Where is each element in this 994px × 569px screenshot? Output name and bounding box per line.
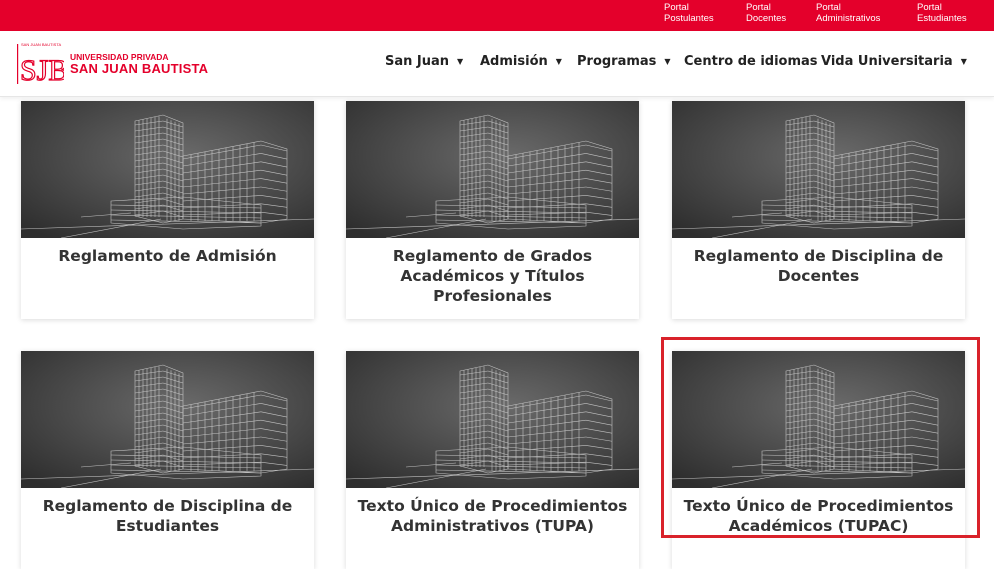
document-card[interactable]: Reglamento de Disciplina de Estudiantes bbox=[21, 351, 314, 569]
nav-label: Admisión bbox=[480, 54, 548, 69]
svg-text:SJB: SJB bbox=[20, 54, 64, 87]
document-card[interactable]: Reglamento de Disciplina de Docentes bbox=[672, 101, 965, 319]
caret-down-icon: ▼ bbox=[457, 57, 464, 66]
building-image bbox=[346, 351, 639, 488]
university-logo[interactable]: SAN JUAN BAUTISTA SJB UNIVERSIDAD PRIVAD… bbox=[16, 40, 209, 88]
portal-postulantes-link[interactable]: Portal Postulantes bbox=[664, 2, 714, 24]
document-card[interactable]: Reglamento de Grados Académicos y Título… bbox=[346, 101, 639, 319]
nav-label: Programas bbox=[577, 54, 657, 69]
svg-text:SAN JUAN BAUTISTA: SAN JUAN BAUTISTA bbox=[21, 42, 61, 47]
portal-label: Portal bbox=[816, 2, 841, 13]
building-image bbox=[672, 101, 965, 238]
card-title: Reglamento de Admisión bbox=[58, 247, 277, 265]
portal-label: Docentes bbox=[746, 13, 787, 24]
nav-programas[interactable]: Programas ▼ bbox=[577, 54, 671, 69]
portal-label: Portal bbox=[746, 2, 771, 13]
nav-admision[interactable]: Admisión ▼ bbox=[480, 54, 562, 69]
building-image bbox=[21, 351, 314, 488]
nav-label: Vida Universitaria bbox=[821, 54, 953, 69]
portal-estudiantes-link[interactable]: Portal Estudiantes bbox=[917, 2, 967, 24]
logo-line-2: SAN JUAN BAUTISTA bbox=[70, 61, 209, 76]
card-title: Reglamento de Grados Académicos y Título… bbox=[392, 247, 593, 305]
building-image bbox=[21, 101, 314, 238]
caret-down-icon: ▼ bbox=[960, 57, 967, 66]
nav-label: Centro de idiomas bbox=[684, 54, 818, 69]
portal-administrativos-link[interactable]: Portal Administrativos bbox=[816, 2, 880, 24]
card-title: Texto Único de Procedimientos Administra… bbox=[357, 497, 628, 535]
caret-down-icon: ▼ bbox=[555, 57, 562, 66]
nav-centro-idiomas[interactable]: Centro de idiomas bbox=[684, 54, 818, 69]
nav-label: San Juan bbox=[385, 54, 450, 69]
portal-label: Portal bbox=[917, 2, 942, 13]
document-card[interactable]: Reglamento de Admisión bbox=[21, 101, 314, 319]
building-image bbox=[346, 101, 639, 238]
sjb-logo-icon: SAN JUAN BAUTISTA SJB bbox=[17, 42, 64, 88]
card-title: Reglamento de Disciplina de Estudiantes bbox=[42, 497, 293, 535]
building-image bbox=[672, 351, 965, 488]
site-header: SAN JUAN BAUTISTA SJB UNIVERSIDAD PRIVAD… bbox=[0, 31, 994, 97]
document-card[interactable]: Texto Único de Procedimientos Académicos… bbox=[672, 351, 965, 569]
nav-san-juan[interactable]: San Juan ▼ bbox=[385, 54, 463, 69]
top-bar: Portal Postulantes Portal Docentes Porta… bbox=[0, 0, 994, 31]
portal-label: Administrativos bbox=[816, 13, 881, 24]
card-title: Reglamento de Disciplina de Docentes bbox=[693, 247, 944, 285]
card-title: Texto Único de Procedimientos Académicos… bbox=[683, 497, 954, 535]
portal-label: Portal bbox=[664, 2, 689, 13]
portal-label: Postulantes bbox=[664, 13, 714, 24]
document-card[interactable]: Texto Único de Procedimientos Administra… bbox=[346, 351, 639, 569]
portal-label: Estudiantes bbox=[917, 13, 967, 24]
portal-docentes-link[interactable]: Portal Docentes bbox=[746, 2, 786, 24]
caret-down-icon: ▼ bbox=[664, 57, 671, 66]
nav-vida-universitaria[interactable]: Vida Universitaria ▼ bbox=[821, 54, 967, 69]
